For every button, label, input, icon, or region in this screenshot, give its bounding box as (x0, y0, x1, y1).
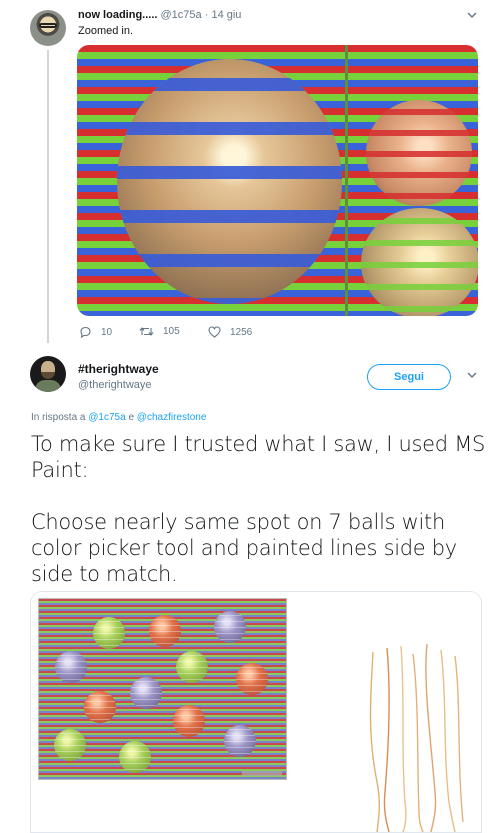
reply-context: In risposta a @1c75a e @chazfirestone (31, 412, 206, 423)
thread-line (47, 50, 49, 343)
chevron-down-icon[interactable] (467, 12, 477, 21)
handle[interactable]: @1c75a (161, 9, 202, 21)
tweet-image[interactable] (30, 591, 482, 833)
like-button[interactable]: 1256 (208, 326, 252, 338)
reply-user-link[interactable]: @1c75a (88, 412, 125, 423)
handle[interactable]: @therightwaye (78, 379, 152, 391)
reply-icon (79, 326, 92, 338)
reply-prefix: In risposta a (31, 412, 86, 423)
ball (130, 677, 162, 709)
watermark (242, 771, 282, 776)
heart-icon (208, 326, 221, 338)
retweet-button[interactable]: 105 (139, 326, 180, 337)
retweet-icon (139, 326, 154, 337)
ball (236, 663, 268, 695)
retweet-count: 105 (163, 326, 180, 337)
ball (54, 729, 86, 761)
ball (119, 741, 151, 773)
display-name[interactable]: now loading..... (78, 9, 157, 21)
avatar[interactable] (30, 356, 66, 392)
painted-color-lines (369, 643, 464, 832)
chevron-down-icon[interactable] (467, 372, 477, 381)
sphere-red-stripes (366, 100, 472, 206)
like-count: 1256 (230, 326, 253, 338)
tweet-text: To make sure I trusted what I saw, I use… (31, 432, 486, 586)
sphere-green-stripes (361, 208, 478, 316)
timestamp[interactable]: 14 giu (211, 9, 241, 21)
avatar[interactable] (30, 10, 66, 46)
reply-count: 10 (101, 326, 113, 338)
ball (93, 617, 125, 649)
ball (84, 691, 116, 723)
follow-button[interactable]: Segui (367, 364, 451, 390)
display-name[interactable]: #therightwaye (78, 362, 159, 376)
sphere-large (117, 59, 342, 304)
reply-button[interactable]: 10 (79, 326, 112, 338)
ball (173, 705, 205, 737)
ball (149, 615, 181, 647)
ball (224, 725, 256, 757)
ball (176, 651, 208, 683)
reply-user-link[interactable]: @chazfirestone (137, 412, 207, 423)
image-divider (345, 45, 348, 316)
tweet-image[interactable] (77, 45, 478, 316)
dot-separator: · (204, 9, 209, 21)
ball (55, 651, 87, 683)
tweet-text: Zoomed in. (78, 25, 134, 37)
striped-balls-panel (38, 598, 287, 780)
reply-join: e (128, 412, 135, 423)
tweet-header: now loading..... @1c75a · 14 giu (78, 9, 241, 21)
ball (214, 611, 246, 643)
